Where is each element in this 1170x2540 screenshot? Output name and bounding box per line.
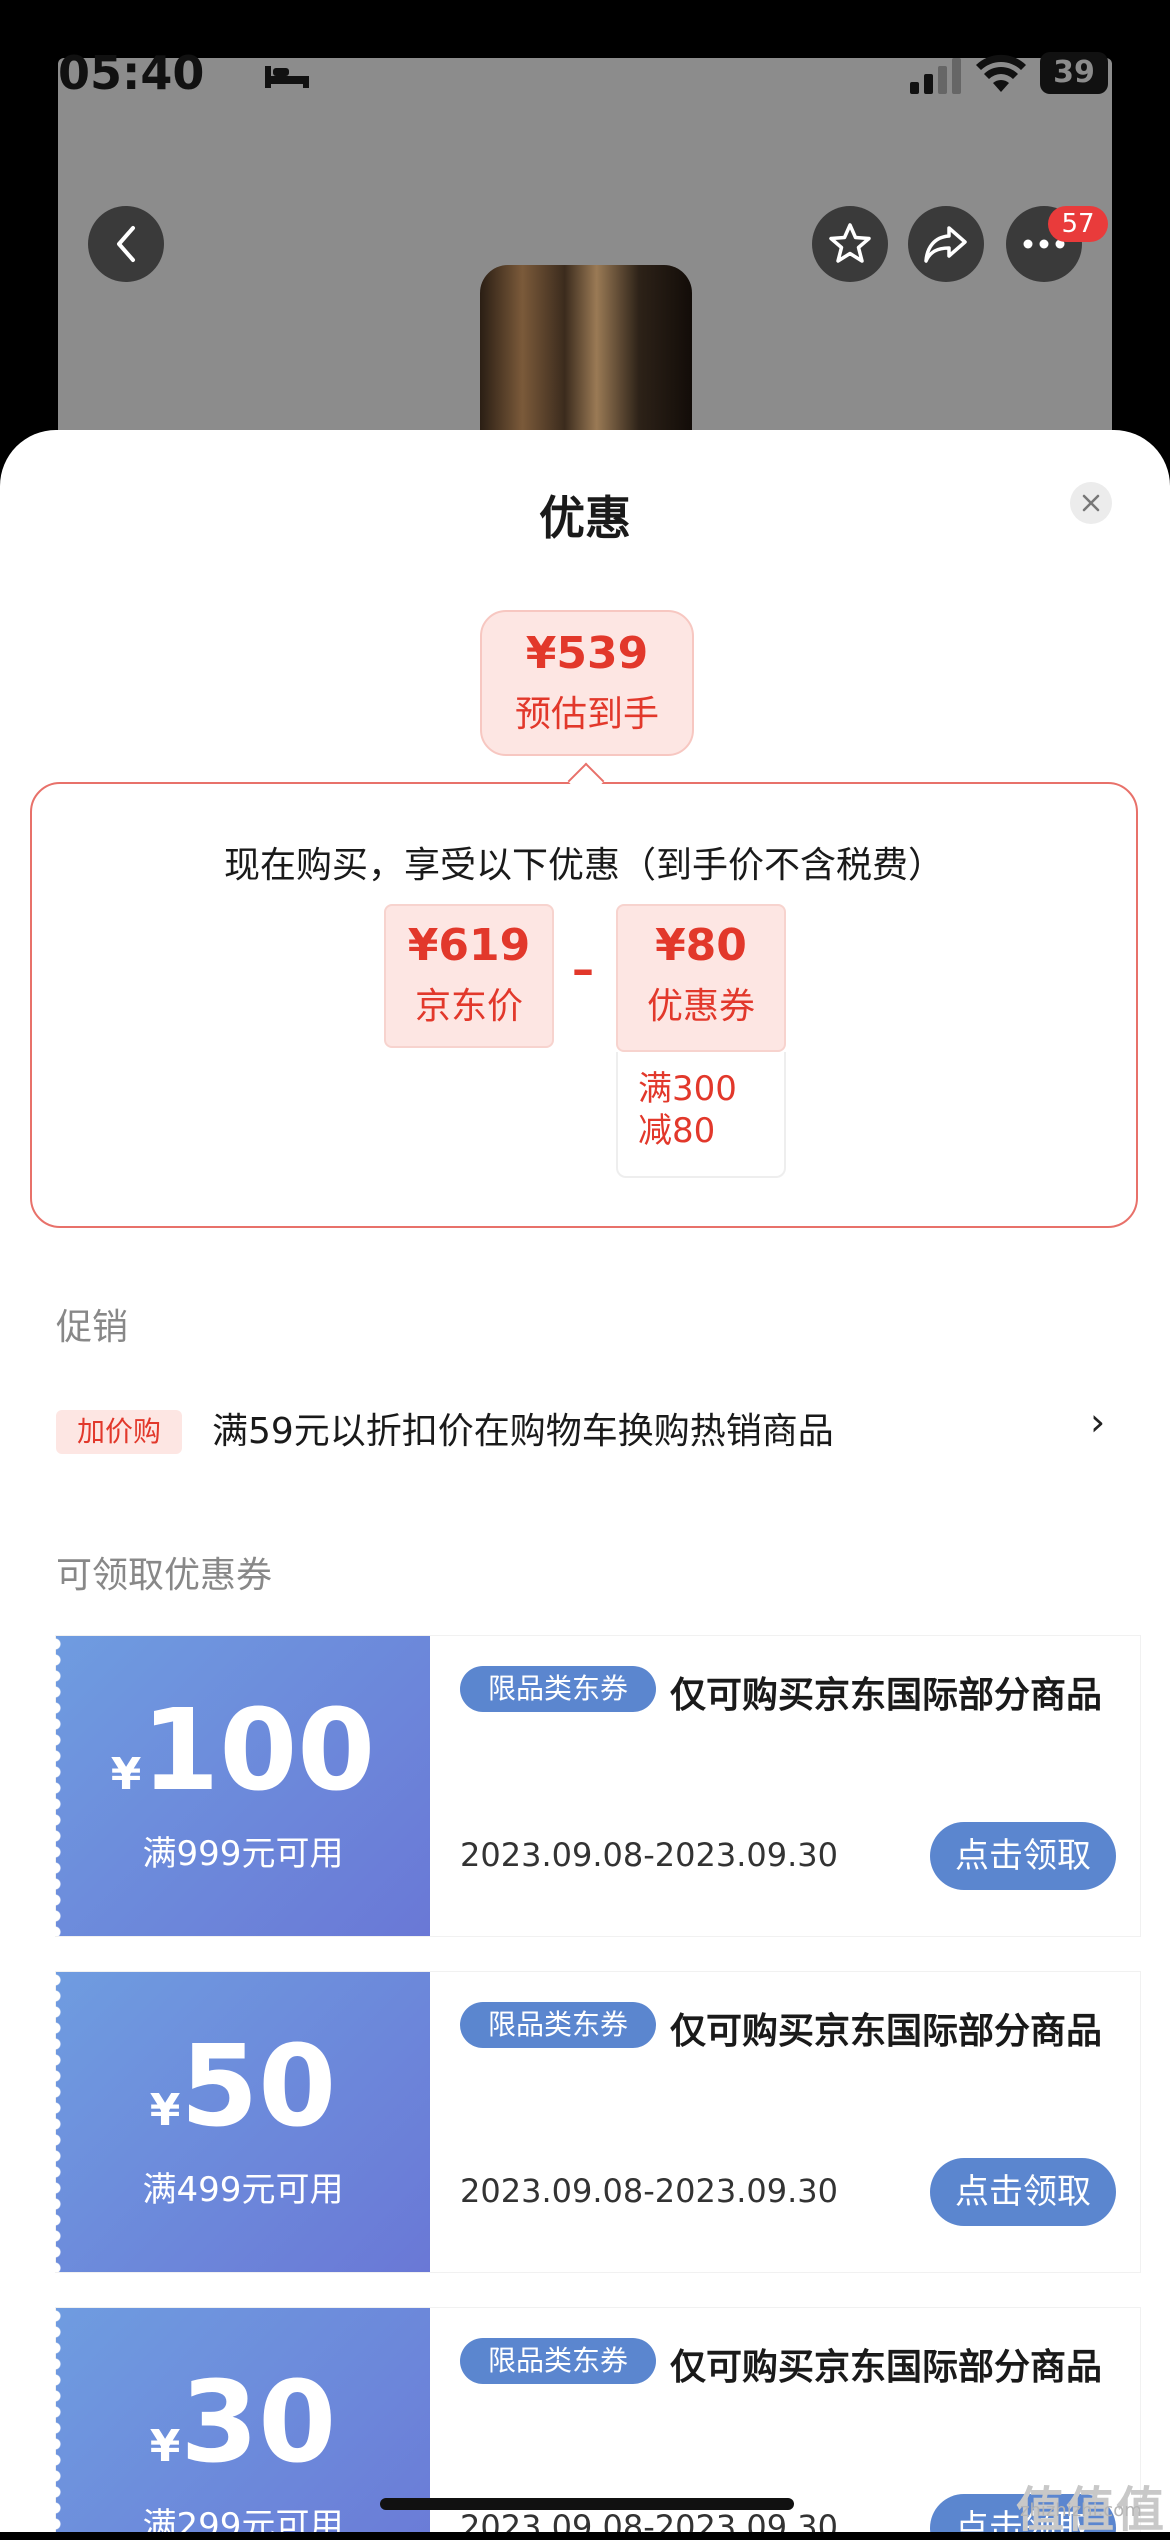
coupon-validity-date: 2023.09.08-2023.09.30 xyxy=(460,2172,838,2210)
jd-price-label: 京东价 xyxy=(414,986,523,1027)
notification-badge: 57 xyxy=(1048,206,1108,242)
promo-text[interactable]: 满59元以折扣价在购物车换购热销商品 xyxy=(212,1402,834,1454)
status-bar: 05:40 39 xyxy=(58,40,1112,110)
coupon-rule-box: 满300 减80 xyxy=(616,1052,786,1178)
coupon-rule-line1: 满300 xyxy=(638,1069,737,1109)
star-icon xyxy=(829,223,871,263)
coupon-amount: ¥100 xyxy=(56,1686,430,1816)
coupon-description: 仅可购买京东国际部分商品 xyxy=(670,2011,1103,2052)
watermark-url: zhizhizhi.com xyxy=(1020,2500,1142,2521)
coupon-description: 仅可购买京东国际部分商品 xyxy=(670,1675,1103,1716)
estimated-price-label: 预估到手 xyxy=(514,694,659,735)
sleep-bed-icon xyxy=(265,66,309,88)
cellular-signal-icon xyxy=(910,58,961,94)
coupon-discount-box: ¥80 优惠券 xyxy=(616,904,786,1052)
discount-sheet: 优惠 ¥539 预估到手 现在购买，享受以下优惠（到手价不含税费） ¥619 京… xyxy=(0,430,1170,2532)
coupon-amount-panel: ¥50 满499元可用 xyxy=(55,1972,430,2272)
chevron-right-icon[interactable]: › xyxy=(1090,1400,1105,1444)
claim-coupon-button[interactable]: 点击领取 xyxy=(930,1822,1116,1890)
coupon-rule-line2: 减80 xyxy=(638,1111,716,1151)
coupon-type-tag: 限品类东券 xyxy=(460,1666,656,1712)
coupon-currency: ¥ xyxy=(110,1749,142,1800)
close-icon xyxy=(1082,494,1100,512)
coupon-validity-date: 2023.09.08-2023.09.30 xyxy=(460,2508,838,2532)
coupon-currency: ¥ xyxy=(149,2085,181,2136)
coupon-amount-value: 30 xyxy=(180,2358,337,2488)
coupon-amount-value: 100 xyxy=(141,1686,376,1816)
deal-breakdown-box: 现在购买，享受以下优惠（到手价不含税费） ¥619 京东价 – ¥80 优惠券 … xyxy=(30,782,1138,1228)
coupon-amount-value: 50 xyxy=(180,2022,337,2152)
coupons-section-title: 可领取优惠券 xyxy=(56,1555,273,1596)
claim-coupon-button[interactable]: 点击领取 xyxy=(930,2158,1116,2226)
coupon-condition: 满499元可用 xyxy=(142,2170,344,2210)
close-button[interactable] xyxy=(1070,482,1112,524)
favorite-button[interactable] xyxy=(812,206,888,282)
chevron-left-icon xyxy=(117,226,135,262)
promo-tag: 加价购 xyxy=(56,1410,182,1454)
coupon-card: ¥50 满499元可用 限品类东券 仅可购买京东国际部分商品 2023.09.0… xyxy=(55,1972,1140,2272)
estimated-price: ¥539 xyxy=(525,628,649,679)
share-arrow-icon xyxy=(924,226,967,263)
coupon-amount-panel: ¥100 满999元可用 xyxy=(55,1636,430,1936)
sheet-title: 优惠 xyxy=(539,491,631,545)
wifi-icon xyxy=(976,54,1026,92)
promo-section-title: 促销 xyxy=(56,1307,129,1348)
coupon-discount-value: ¥80 xyxy=(655,920,747,971)
jd-price-box: ¥619 京东价 xyxy=(384,904,554,1048)
coupon-card: ¥100 满999元可用 限品类东券 仅可购买京东国际部分商品 2023.09.… xyxy=(55,1636,1140,1936)
share-button[interactable] xyxy=(908,206,984,282)
coupon-amount-panel: ¥30 满299元可用 xyxy=(55,2308,430,2532)
status-time: 05:40 xyxy=(58,46,205,100)
minus-sign: – xyxy=(572,944,594,995)
coupon-discount-label: 优惠券 xyxy=(646,986,755,1027)
back-button[interactable] xyxy=(88,206,164,282)
coupon-condition: 满999元可用 xyxy=(142,1834,344,1874)
coupon-description: 仅可购买京东国际部分商品 xyxy=(670,2347,1103,2388)
coupon-currency: ¥ xyxy=(149,2421,181,2472)
coupon-validity-date: 2023.09.08-2023.09.30 xyxy=(460,1836,838,1874)
estimated-price-box: ¥539 预估到手 xyxy=(480,610,694,756)
coupon-amount: ¥30 xyxy=(56,2358,430,2488)
coupon-type-tag: 限品类东券 xyxy=(460,2338,656,2384)
battery-indicator: 39 xyxy=(1040,52,1108,94)
coupon-type-tag: 限品类东券 xyxy=(460,2002,656,2048)
coupon-condition: 满299元可用 xyxy=(142,2506,344,2532)
jd-price-value: ¥619 xyxy=(407,920,531,971)
home-indicator[interactable] xyxy=(380,2498,794,2510)
deal-description: 现在购买，享受以下优惠（到手价不含税费） xyxy=(223,845,944,886)
coupon-amount: ¥50 xyxy=(56,2022,430,2152)
